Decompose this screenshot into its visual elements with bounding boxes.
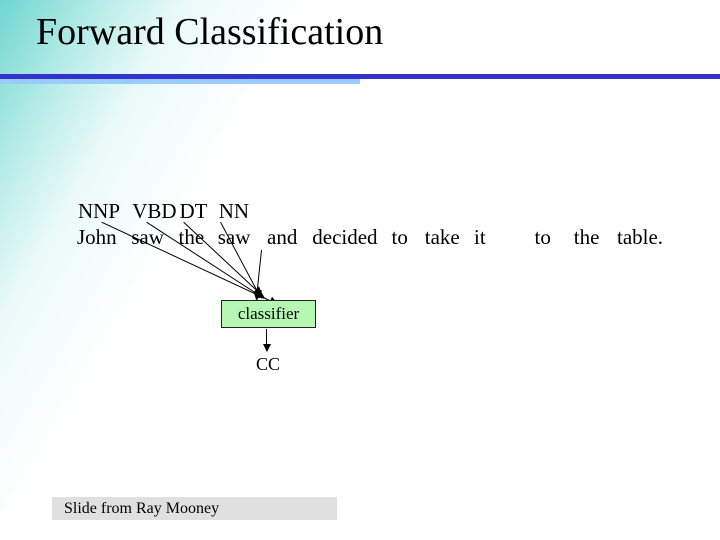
arrow-classifier-output (266, 329, 267, 351)
word-and: and (267, 225, 307, 250)
word-to1: to (392, 225, 420, 250)
tag-john: NNP (78, 199, 127, 224)
rule-accent (0, 79, 360, 84)
tag-saw2: NN (219, 199, 263, 224)
sentence-line: John saw the saw and decided to take it … (77, 225, 667, 250)
slide-title: Forward Classification (36, 10, 383, 54)
tag-saw1: VBD (132, 199, 174, 224)
output-tag: CC (256, 354, 280, 375)
pos-tag-line: NNP VBD DT NN (78, 199, 668, 224)
classifier-box: classifier (221, 300, 316, 328)
slide: Forward Classification NNP VBD DT NN Joh… (0, 0, 720, 540)
word-table: table. (617, 225, 667, 250)
word-the2: the (574, 225, 612, 250)
tag-the1: DT (180, 199, 214, 224)
word-take: take (425, 225, 469, 250)
word-decided: decided (312, 225, 386, 250)
word-it: it (474, 225, 496, 250)
footer-credit: Slide from Ray Mooney (52, 497, 337, 520)
word-to2: to (535, 225, 569, 250)
